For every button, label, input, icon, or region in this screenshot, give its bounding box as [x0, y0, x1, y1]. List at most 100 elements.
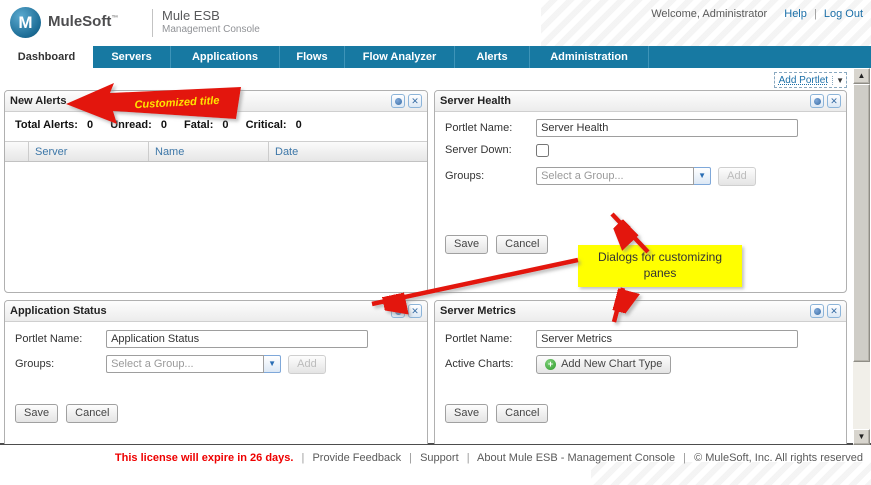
- provide-feedback-link[interactable]: Provide Feedback: [312, 452, 401, 464]
- actions-row: Save Cancel: [445, 404, 548, 423]
- welcome-text: Welcome, Administrator: [651, 8, 767, 20]
- scrollbar-thumb[interactable]: [853, 84, 870, 362]
- new-alerts-settings-icon[interactable]: [391, 94, 405, 108]
- callout-line2: panes: [578, 265, 742, 281]
- panel-new-alerts: New Alerts ✕ Total Alerts: 0 Unread: 0 F…: [4, 90, 428, 293]
- groups-select[interactable]: Select a Group...: [536, 167, 694, 185]
- alerts-table-header: Server Name Date: [5, 141, 427, 162]
- footer-separator: |: [683, 452, 686, 464]
- support-link[interactable]: Support: [420, 452, 459, 464]
- add-chart-type-label: Add New Chart Type: [561, 356, 662, 373]
- actions-row: Save Cancel: [445, 235, 548, 254]
- alert-stats: Total Alerts: 0 Unread: 0 Fatal: 0 Criti…: [15, 119, 316, 131]
- dialogs-callout: Dialogs for customizing panes: [578, 245, 742, 287]
- alerts-table: Server Name Date: [5, 141, 427, 162]
- callout-line1: Dialogs for customizing: [578, 249, 742, 265]
- portlet-name-label: Portlet Name:: [445, 122, 533, 134]
- tab-dashboard[interactable]: Dashboard: [0, 46, 93, 68]
- column-name[interactable]: Name: [149, 142, 269, 161]
- active-charts-label: Active Charts:: [445, 358, 533, 370]
- tab-flow-analyzer[interactable]: Flow Analyzer: [345, 46, 455, 68]
- portlet-name-input[interactable]: [536, 119, 798, 137]
- main-nav-tabs: Dashboard Servers Applications Flows Flo…: [0, 46, 871, 68]
- plus-icon: +: [545, 359, 556, 370]
- add-portlet-label: Add Portlet: [779, 75, 828, 86]
- panel-application-status: Application Status ✕ Portlet Name: Group…: [4, 300, 428, 444]
- about-link[interactable]: About Mule ESB - Management Console: [477, 452, 675, 464]
- column-server[interactable]: Server: [29, 142, 149, 161]
- server-metrics-settings-icon[interactable]: [810, 304, 824, 318]
- application-status-header: Application Status ✕: [5, 301, 427, 322]
- server-down-row: Server Down:: [445, 144, 549, 157]
- save-button[interactable]: Save: [445, 235, 488, 254]
- portlet-name-label: Portlet Name:: [445, 333, 533, 345]
- application-status-settings-icon[interactable]: [391, 304, 405, 318]
- portlet-name-label: Portlet Name:: [15, 333, 103, 345]
- add-portlet-button[interactable]: Add Portlet ▼: [774, 72, 847, 88]
- server-health-close-icon[interactable]: ✕: [827, 94, 841, 108]
- scroll-down-button[interactable]: ▼: [853, 429, 870, 445]
- groups-add-button[interactable]: Add: [718, 167, 756, 186]
- groups-select[interactable]: Select a Group...: [106, 355, 264, 373]
- footer-separator: |: [302, 452, 305, 464]
- server-health-title: Server Health: [440, 95, 807, 107]
- server-metrics-header: Server Metrics ✕: [435, 301, 846, 322]
- column-checkbox: [5, 142, 29, 161]
- application-status-title: Application Status: [10, 305, 388, 317]
- application-status-close-icon[interactable]: ✕: [408, 304, 422, 318]
- tab-administration[interactable]: Administration: [530, 46, 649, 68]
- stat-label: Fatal:: [184, 119, 213, 131]
- stat-value: 0: [87, 119, 93, 131]
- server-down-checkbox[interactable]: [536, 144, 549, 157]
- cancel-button[interactable]: Cancel: [496, 404, 548, 423]
- brand-text: MuleSoft: [48, 13, 111, 30]
- server-metrics-title: Server Metrics: [440, 305, 807, 317]
- stat-value: 0: [296, 119, 302, 131]
- scroll-up-button[interactable]: ▲: [853, 68, 870, 84]
- groups-label: Groups:: [445, 170, 533, 182]
- user-bar: Welcome, Administrator Help | Log Out: [651, 8, 863, 20]
- footer-separator: |: [467, 452, 470, 464]
- header-divider: [152, 9, 153, 37]
- new-alerts-close-icon[interactable]: ✕: [408, 94, 422, 108]
- new-alerts-header: New Alerts ✕: [5, 91, 427, 112]
- userbar-separator: |: [814, 8, 817, 20]
- vertical-scrollbar[interactable]: ▲ ▼: [853, 68, 870, 445]
- tab-applications[interactable]: Applications: [171, 46, 280, 68]
- stat-value: 0: [222, 119, 228, 131]
- portlet-name-input[interactable]: [536, 330, 798, 348]
- header-stripe-pattern: [541, 0, 871, 46]
- tab-flows[interactable]: Flows: [280, 46, 345, 68]
- product-subtitle: Management Console: [162, 24, 260, 35]
- tab-alerts[interactable]: Alerts: [455, 46, 530, 68]
- tab-servers[interactable]: Servers: [93, 46, 171, 68]
- mulesoft-logo-icon: M: [10, 7, 41, 38]
- server-health-settings-icon[interactable]: [810, 94, 824, 108]
- groups-select-caret-icon[interactable]: ▼: [264, 355, 281, 373]
- groups-select-caret-icon[interactable]: ▼: [694, 167, 711, 185]
- copyright-text: © MuleSoft, Inc. All rights reserved: [694, 452, 863, 464]
- server-health-header: Server Health ✕: [435, 91, 846, 112]
- save-button[interactable]: Save: [15, 404, 58, 423]
- portlet-name-row: Portlet Name:: [15, 330, 368, 348]
- groups-add-button[interactable]: Add: [288, 355, 326, 374]
- cancel-button[interactable]: Cancel: [496, 235, 548, 254]
- stat-value: 0: [161, 119, 167, 131]
- groups-label: Groups:: [15, 358, 103, 370]
- add-chart-type-button[interactable]: + Add New Chart Type: [536, 355, 671, 374]
- server-metrics-close-icon[interactable]: ✕: [827, 304, 841, 318]
- trademark: ™: [111, 15, 118, 22]
- cancel-button[interactable]: Cancel: [66, 404, 118, 423]
- stat-label: Unread:: [110, 119, 152, 131]
- brand-name: MuleSoft™: [48, 13, 118, 30]
- logout-link[interactable]: Log Out: [824, 8, 863, 20]
- gear-icon: [395, 308, 402, 315]
- save-button[interactable]: Save: [445, 404, 488, 423]
- product-title: Mule ESB: [162, 8, 220, 23]
- help-link[interactable]: Help: [784, 8, 807, 20]
- groups-row: Groups: Select a Group...▼ Add: [15, 355, 326, 374]
- portlet-name-input[interactable]: [106, 330, 368, 348]
- actions-row: Save Cancel: [15, 404, 118, 423]
- column-date[interactable]: Date: [269, 142, 427, 161]
- footer-separator: |: [409, 452, 412, 464]
